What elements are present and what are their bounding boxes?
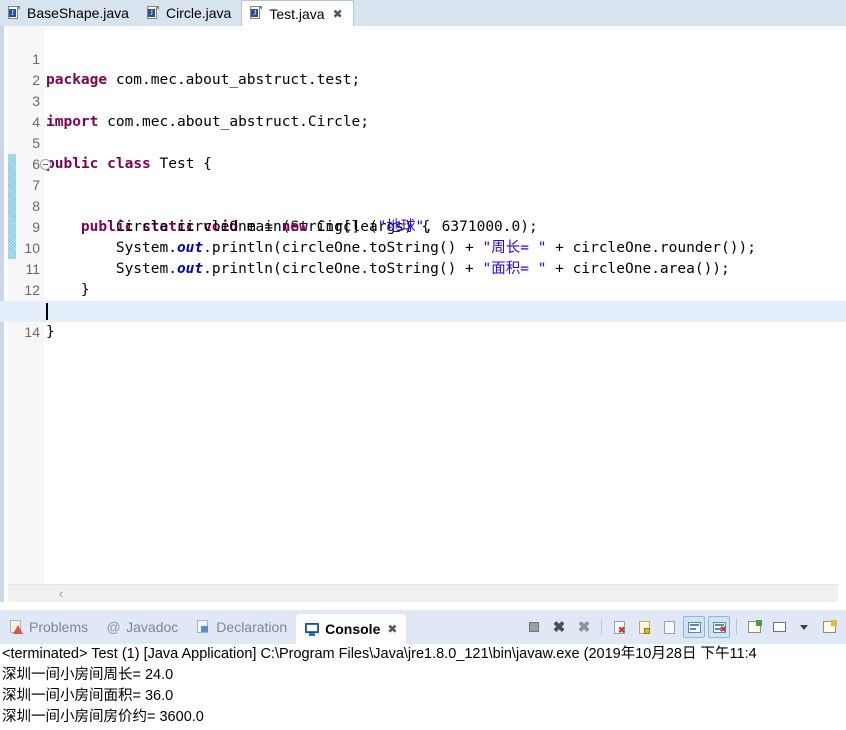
console-output-line: 深圳一间小房间周长= 24.0 — [2, 667, 174, 683]
code-line[interactable]: 5 public class Test { — [0, 112, 846, 172]
panel-tab-label: Problems — [29, 619, 89, 635]
code-line[interactable]: 10 System.out.println(circleOne.toString… — [0, 217, 846, 277]
editor-tab-label: Test.java — [269, 5, 325, 22]
editor-horizontal-scrollbar[interactable]: ‹ — [8, 584, 838, 603]
fold-collapse-icon[interactable] — [40, 159, 51, 170]
clear-console-button[interactable]: ✖ — [608, 616, 630, 638]
line-number: 14 — [24, 324, 40, 340]
eclipse-ide-window: J BaseShape.java J Circle.java J Test.ja… — [0, 0, 846, 730]
console-output-line: 深圳一间小房间面积= 36.0 — [2, 688, 174, 704]
editor-tab-baseshape[interactable]: J BaseShape.java — [0, 0, 139, 26]
tab-declaration[interactable]: Declaration — [187, 612, 296, 642]
pin-console-button[interactable] — [743, 616, 765, 638]
panel-tab-bar: Problems @ Javadoc Declaration Console ✖ — [0, 610, 846, 644]
code-line[interactable]: 2 — [0, 49, 846, 88]
close-icon[interactable]: ✖ — [387, 623, 397, 635]
toolbar-separator — [736, 619, 737, 635]
tab-console[interactable]: Console ✖ — [296, 614, 407, 644]
toolbar-separator — [601, 619, 602, 635]
text-cursor — [46, 303, 48, 320]
code-line[interactable]: 9 System.out.println(circleOne.toString(… — [0, 196, 846, 256]
editor-tab-label: Circle.java — [165, 5, 232, 21]
display-selected-console-button[interactable] — [768, 616, 790, 638]
remove-launch-button[interactable]: ✖ — [548, 616, 570, 638]
remove-all-terminated-button[interactable]: ✖ — [573, 616, 595, 638]
console-output-line: 深圳一间小房间房价约= 3600.0 — [2, 709, 204, 725]
bottom-panel: Problems @ Javadoc Declaration Console ✖ — [0, 610, 846, 730]
panel-tab-label: Console — [325, 621, 381, 637]
close-icon[interactable]: ✖ — [333, 8, 343, 20]
code-line-current[interactable]: 14 — [0, 301, 846, 340]
open-console-button[interactable] — [818, 616, 840, 638]
scroll-left-icon[interactable]: ‹ — [52, 585, 70, 603]
code-line[interactable]: 13 } — [0, 280, 846, 340]
code-text-area[interactable]: 1 package com.mec.about_abstruct.test; 2… — [0, 26, 846, 608]
code-line[interactable]: 8 Circle circleOne = new Circle("地球", 63… — [0, 175, 846, 235]
editor-tab-test[interactable]: J Test.java ✖ — [241, 0, 354, 26]
console-icon — [305, 622, 320, 637]
code-line[interactable]: 6 — [0, 133, 846, 172]
console-menu-dropdown[interactable] — [793, 616, 815, 638]
show-console-on-error-button[interactable]: ✖ — [708, 616, 730, 638]
word-wrap-button[interactable] — [658, 616, 680, 638]
show-console-on-output-button[interactable] — [683, 616, 705, 638]
scroll-lock-button[interactable] — [633, 616, 655, 638]
console-output-area[interactable]: <terminated> Test (1) [Java Application]… — [0, 644, 846, 730]
console-toolbar: ✖ ✖ ✖ ✖ — [523, 614, 840, 640]
tab-javadoc[interactable]: @ Javadoc — [97, 612, 187, 642]
code-line[interactable]: 4 — [0, 91, 846, 130]
editor-bottom-edge — [0, 602, 846, 608]
panel-tab-label: Javadoc — [126, 619, 179, 635]
console-status-line: <terminated> Test (1) [Java Application]… — [2, 646, 757, 662]
code-line[interactable]: 11 } — [0, 238, 846, 298]
editor-tab-label: BaseShape.java — [27, 5, 129, 21]
code-line[interactable]: 12 — [0, 259, 846, 298]
terminate-button[interactable] — [523, 616, 545, 638]
problems-icon — [9, 619, 24, 635]
editor-tab-bar: J BaseShape.java J Circle.java J Test.ja… — [0, 0, 846, 26]
editor-tab-circle[interactable]: J Circle.java — [138, 0, 242, 26]
declaration-icon — [196, 619, 211, 635]
java-file-icon: J — [146, 5, 160, 21]
java-file-icon: J — [250, 6, 263, 21]
at-icon: @ — [106, 618, 121, 635]
code-editor[interactable]: 1 package com.mec.about_abstruct.test; 2… — [0, 26, 846, 608]
java-file-icon: J — [8, 5, 21, 21]
panel-tab-label: Declaration — [216, 619, 288, 635]
code-line[interactable]: 1 package com.mec.about_abstruct.test; — [0, 28, 846, 88]
code-line[interactable]: 7 public static void main(String[] args)… — [0, 154, 846, 235]
tab-problems[interactable]: Problems — [0, 612, 97, 642]
code-line[interactable]: 3 import com.mec.about_abstruct.Circle; — [0, 70, 846, 130]
